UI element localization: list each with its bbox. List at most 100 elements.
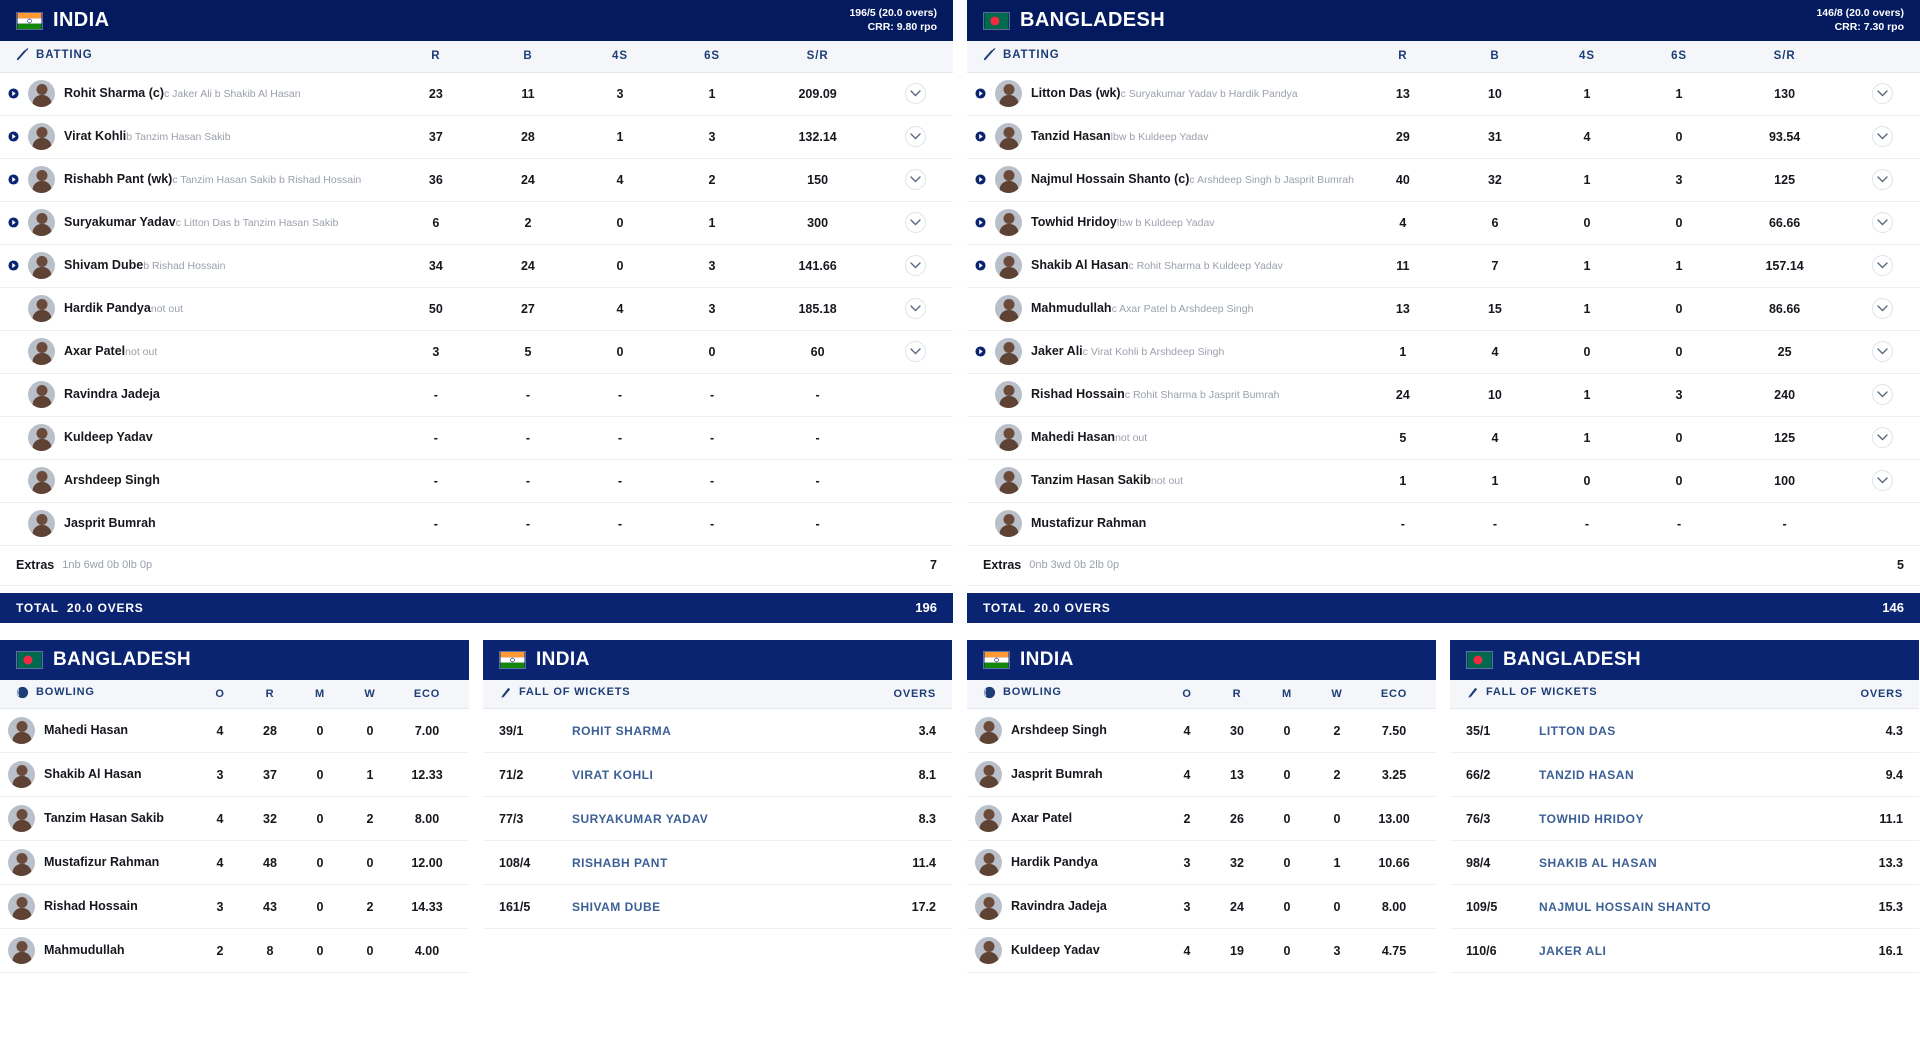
table-row[interactable]: Hardik Pandyanot out 50 27 4 3 185.18	[0, 287, 953, 331]
table-row[interactable]: Rishad Hossainc Rohit Sharma b Jasprit B…	[967, 373, 1920, 417]
table-row[interactable]: Axar Patel 2 26 0 0 13.00	[967, 796, 1436, 841]
batsman-cell[interactable]: Litton Das (wk)c Suryakumar Yadav b Hard…	[967, 72, 1357, 116]
expand-row-button[interactable]	[1871, 212, 1893, 233]
expand-row-button[interactable]	[904, 298, 926, 319]
expand-cell[interactable]	[1844, 115, 1920, 159]
expand-cell[interactable]	[877, 201, 953, 245]
expand-cell[interactable]	[877, 373, 953, 417]
batsman-cell[interactable]: Mahedi Hasannot out	[967, 416, 1357, 460]
table-row[interactable]: Rohit Sharma (c)c Jaker Ali b Shakib Al …	[0, 72, 953, 116]
expand-cell[interactable]	[877, 287, 953, 331]
expand-row-button[interactable]	[904, 83, 926, 104]
batsman-cell[interactable]: Suryakumar Yadavc Litton Das b Tanzim Ha…	[0, 201, 390, 245]
expand-cell[interactable]	[877, 330, 953, 374]
expand-cell[interactable]	[1844, 330, 1920, 374]
expand-cell[interactable]	[877, 158, 953, 202]
expand-cell[interactable]	[1844, 201, 1920, 245]
fow-player-name[interactable]: RISHABH PANT	[572, 856, 668, 870]
table-row[interactable]: 98/4 SHAKIB AL HASAN 13.3	[1450, 840, 1919, 885]
table-row[interactable]: Jaker Alic Virat Kohli b Arshdeep Singh 1…	[967, 330, 1920, 374]
expand-row-button[interactable]	[904, 341, 926, 362]
table-row[interactable]: 77/3 SURYAKUMAR YADAV 8.3	[483, 796, 952, 841]
fow-player-name[interactable]: JAKER ALI	[1539, 944, 1606, 958]
table-row[interactable]: Najmul Hossain Shanto (c)c Arshdeep Sing…	[967, 158, 1920, 202]
table-row[interactable]: Tanzid Hasanlbw b Kuldeep Yadav 29 31 4 0 93.…	[967, 115, 1920, 159]
expand-row-button[interactable]	[1871, 470, 1893, 491]
expand-row-button[interactable]	[1871, 427, 1893, 448]
table-row[interactable]: Shakib Al Hasanc Rohit Sharma b Kuldeep …	[967, 244, 1920, 288]
expand-row-button[interactable]	[1871, 83, 1893, 104]
table-row[interactable]: 161/5 SHIVAM DUBE 17.2	[483, 884, 952, 929]
expand-cell[interactable]	[1844, 244, 1920, 288]
batsman-cell[interactable]: Axar Patelnot out	[0, 330, 390, 374]
expand-cell[interactable]	[877, 502, 953, 546]
expand-row-button[interactable]	[904, 212, 926, 233]
table-row[interactable]: Virat Kohlib Tanzim Hasan Sakib 37 28 1 3 132…	[0, 115, 953, 159]
table-row[interactable]: 66/2 TANZID HASAN 9.4	[1450, 752, 1919, 797]
table-row[interactable]: Mahmudullahc Axar Patel b Arshdeep Singh…	[967, 287, 1920, 331]
batsman-cell[interactable]: Najmul Hossain Shanto (c)c Arshdeep Sing…	[967, 158, 1357, 202]
table-row[interactable]: Mahedi Hasannot out 5 4 1 0 125	[967, 416, 1920, 460]
batsman-cell[interactable]: Tanzid Hasanlbw b Kuldeep Yadav	[967, 115, 1357, 159]
batsman-cell[interactable]: Hardik Pandyanot out	[0, 287, 390, 331]
expand-row-button[interactable]	[1871, 384, 1893, 405]
bowler-cell[interactable]: Ravindra Jadeja	[967, 884, 1162, 929]
table-row[interactable]: Litton Das (wk)c Suryakumar Yadav b Hard…	[967, 72, 1920, 116]
table-row[interactable]: Arshdeep Singh - - - - -	[0, 459, 953, 503]
expand-cell[interactable]	[1844, 287, 1920, 331]
table-row[interactable]: 71/2 VIRAT KOHLI 8.1	[483, 752, 952, 797]
expand-cell[interactable]	[877, 416, 953, 460]
batsman-cell[interactable]: Arshdeep Singh	[0, 459, 390, 503]
bowler-cell[interactable]: Shakib Al Hasan	[0, 752, 195, 797]
bowler-cell[interactable]: Hardik Pandya	[967, 840, 1162, 885]
expand-cell[interactable]	[1844, 72, 1920, 116]
table-row[interactable]: Hardik Pandya 3 32 0 1 10.66	[967, 840, 1436, 885]
table-row[interactable]: Arshdeep Singh 4 30 0 2 7.50	[967, 708, 1436, 753]
fow-player-name[interactable]: TOWHID HRIDOY	[1539, 812, 1644, 826]
table-row[interactable]: Kuldeep Yadav 4 19 0 3 4.75	[967, 928, 1436, 973]
table-row[interactable]: Suryakumar Yadavc Litton Das b Tanzim Ha…	[0, 201, 953, 245]
table-row[interactable]: Ravindra Jadeja 3 24 0 0 8.00	[967, 884, 1436, 929]
fow-player-name[interactable]: LITTON DAS	[1539, 724, 1616, 738]
table-row[interactable]: Towhid Hridoylbw b Kuldeep Yadav 4 6 0 0 66.6…	[967, 201, 1920, 245]
expand-cell[interactable]	[1844, 502, 1920, 546]
expand-cell[interactable]	[1844, 459, 1920, 503]
table-row[interactable]: Mustafizur Rahman - - - - -	[967, 502, 1920, 546]
table-row[interactable]: Tanzim Hasan Sakib 4 32 0 2 8.00	[0, 796, 469, 841]
batsman-cell[interactable]: Mahmudullahc Axar Patel b Arshdeep Singh	[967, 287, 1357, 331]
table-row[interactable]: Mustafizur Rahman 4 48 0 0 12.00	[0, 840, 469, 885]
batsman-cell[interactable]: Rishabh Pant (wk)c Tanzim Hasan Sakib b …	[0, 158, 390, 202]
expand-cell[interactable]	[877, 115, 953, 159]
table-row[interactable]: Ravindra Jadeja - - - - -	[0, 373, 953, 417]
batsman-cell[interactable]: Rohit Sharma (c)c Jaker Ali b Shakib Al …	[0, 72, 390, 116]
fow-player-name[interactable]: TANZID HASAN	[1539, 768, 1634, 782]
table-row[interactable]: 109/5 NAJMUL HOSSAIN SHANTO 15.3	[1450, 884, 1919, 929]
expand-cell[interactable]	[877, 459, 953, 503]
expand-cell[interactable]	[1844, 158, 1920, 202]
batsman-cell[interactable]: Towhid Hridoylbw b Kuldeep Yadav	[967, 201, 1357, 245]
expand-row-button[interactable]	[904, 169, 926, 190]
table-row[interactable]: 76/3 TOWHID HRIDOY 11.1	[1450, 796, 1919, 841]
fow-player-name[interactable]: NAJMUL HOSSAIN SHANTO	[1539, 900, 1711, 914]
expand-row-button[interactable]	[1871, 341, 1893, 362]
table-row[interactable]: 39/1 ROHIT SHARMA 3.4	[483, 708, 952, 753]
batsman-cell[interactable]: Ravindra Jadeja	[0, 373, 390, 417]
batsman-cell[interactable]: Rishad Hossainc Rohit Sharma b Jasprit B…	[967, 373, 1357, 417]
batsman-cell[interactable]: Virat Kohlib Tanzim Hasan Sakib	[0, 115, 390, 159]
batsman-cell[interactable]: Mustafizur Rahman	[967, 502, 1357, 546]
table-row[interactable]: Jasprit Bumrah - - - - -	[0, 502, 953, 546]
expand-cell[interactable]	[877, 72, 953, 116]
fow-player-name[interactable]: SHIVAM DUBE	[572, 900, 661, 914]
table-row[interactable]: Mahmudullah 2 8 0 0 4.00	[0, 928, 469, 973]
fow-player-name[interactable]: SURYAKUMAR YADAV	[572, 812, 708, 826]
table-row[interactable]: 108/4 RISHABH PANT 11.4	[483, 840, 952, 885]
bowler-cell[interactable]: Axar Patel	[967, 796, 1162, 841]
batsman-cell[interactable]: Jaker Alic Virat Kohli b Arshdeep Singh	[967, 330, 1357, 374]
bowler-cell[interactable]: Mahedi Hasan	[0, 708, 195, 753]
fow-player-name[interactable]: SHAKIB AL HASAN	[1539, 856, 1657, 870]
bowler-cell[interactable]: Mahmudullah	[0, 928, 195, 973]
expand-row-button[interactable]	[1871, 255, 1893, 276]
batsman-cell[interactable]: Shakib Al Hasanc Rohit Sharma b Kuldeep …	[967, 244, 1357, 288]
table-row[interactable]: Kuldeep Yadav - - - - -	[0, 416, 953, 460]
expand-row-button[interactable]	[904, 255, 926, 276]
